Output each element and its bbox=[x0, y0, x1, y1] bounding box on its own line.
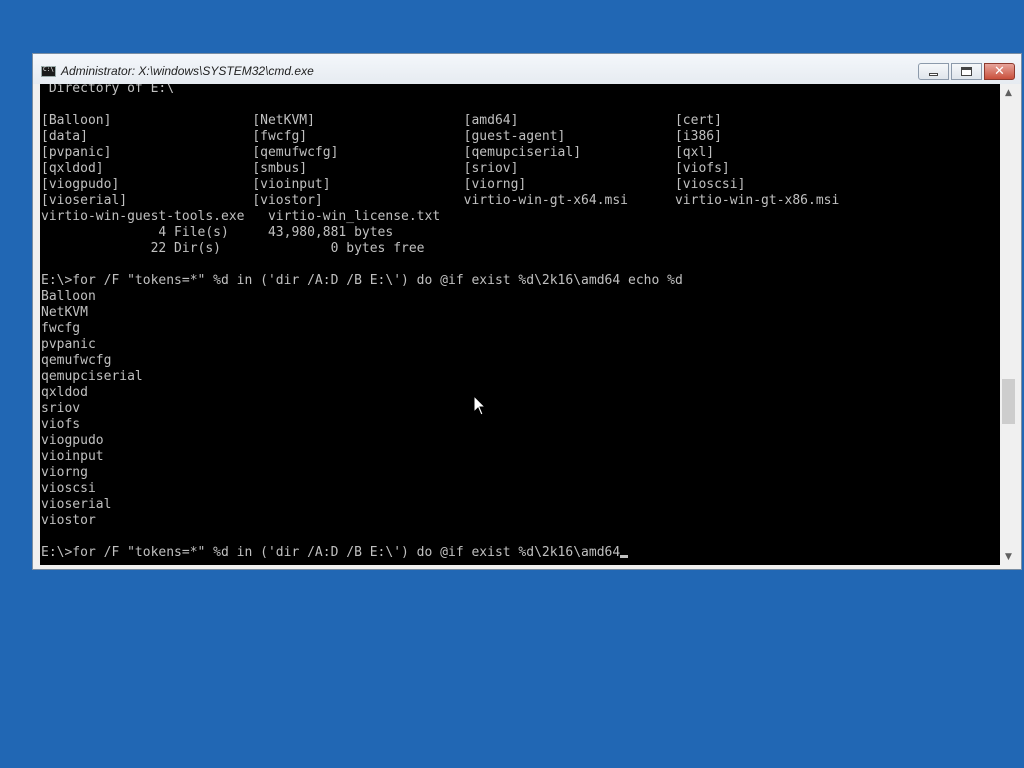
console-text: Directory of E:\ [Balloon] [NetKVM] [amd… bbox=[41, 84, 839, 561]
console-line: [vioserial] [viostor] virtio-win-gt-x64.… bbox=[41, 193, 840, 208]
close-button[interactable]: ✕ bbox=[984, 63, 1015, 80]
minimize-icon bbox=[929, 72, 938, 76]
console-line: [qxldod] [smbus] [sriov] [viofs] bbox=[41, 161, 730, 176]
console-line: NetKVM bbox=[41, 305, 88, 320]
window-title: Administrator: X:\windows\SYSTEM32\cmd.e… bbox=[61, 64, 314, 78]
console-line: Balloon bbox=[41, 289, 96, 304]
cmd-console-icon[interactable] bbox=[41, 66, 56, 77]
console-line: [data] [fwcfg] [guest-agent] [i386] bbox=[41, 129, 722, 144]
command-prompt-line: E:\>for /F "tokens=*" %d in ('dir /A:D /… bbox=[41, 545, 621, 560]
cmd-window: Administrator: X:\windows\SYSTEM32\cmd.e… bbox=[32, 53, 1022, 570]
console-line: pvpanic bbox=[41, 337, 96, 352]
console-line: 22 Dir(s) 0 bytes free bbox=[150, 241, 425, 256]
console-line: vioscsi bbox=[41, 481, 96, 496]
mouse-pointer-icon bbox=[473, 395, 487, 416]
console-line: viofs bbox=[41, 417, 81, 432]
console-output[interactable]: Directory of E:\ [Balloon] [NetKVM] [amd… bbox=[40, 84, 1000, 565]
scroll-down-arrow-icon[interactable]: ▼ bbox=[1000, 548, 1017, 565]
console-line: Directory of E:\ bbox=[48, 84, 175, 96]
console-line: [pvpanic] [qemufwcfg] [qemupciserial] [q… bbox=[41, 145, 715, 160]
console-line: vioserial bbox=[41, 497, 112, 512]
scroll-up-arrow-icon[interactable]: ▲ bbox=[1000, 84, 1017, 101]
console-line: fwcfg bbox=[41, 321, 81, 336]
console-line: viogpudo bbox=[41, 433, 104, 448]
console-line: E:\>for /F "tokens=*" %d in ('dir /A:D /… bbox=[41, 273, 683, 288]
console-line: virtio-win-guest-tools.exe virtio-win_li… bbox=[41, 209, 441, 224]
title-bar[interactable]: Administrator: X:\windows\SYSTEM32\cmd.e… bbox=[33, 54, 1021, 84]
vertical-scrollbar[interactable]: ▲ ▼ bbox=[1000, 84, 1017, 565]
console-line: viostor bbox=[41, 513, 96, 528]
console-line: qemupciserial bbox=[41, 369, 143, 384]
scrollbar-thumb[interactable] bbox=[1002, 379, 1015, 424]
console-line: qxldod bbox=[41, 385, 88, 400]
console-line: qemufwcfg bbox=[41, 353, 112, 368]
console-line: [viogpudo] [vioinput] [viorng] [vioscsi] bbox=[41, 177, 746, 192]
close-icon: ✕ bbox=[994, 64, 1005, 79]
maximize-icon bbox=[961, 67, 972, 76]
console-line: vioinput bbox=[41, 449, 104, 464]
console-line: sriov bbox=[41, 401, 81, 416]
console-line: 4 File(s) 43,980,881 bytes bbox=[158, 225, 394, 240]
text-cursor bbox=[620, 555, 629, 558]
minimize-button[interactable] bbox=[918, 63, 949, 80]
maximize-button[interactable] bbox=[951, 63, 982, 80]
caption-buttons: ✕ bbox=[918, 63, 1015, 80]
console-line: [Balloon] [NetKVM] [amd64] [cert] bbox=[41, 113, 722, 128]
console-line: viorng bbox=[41, 465, 88, 480]
console-history: Directory of E:\ [Balloon] [NetKVM] [amd… bbox=[41, 84, 839, 528]
